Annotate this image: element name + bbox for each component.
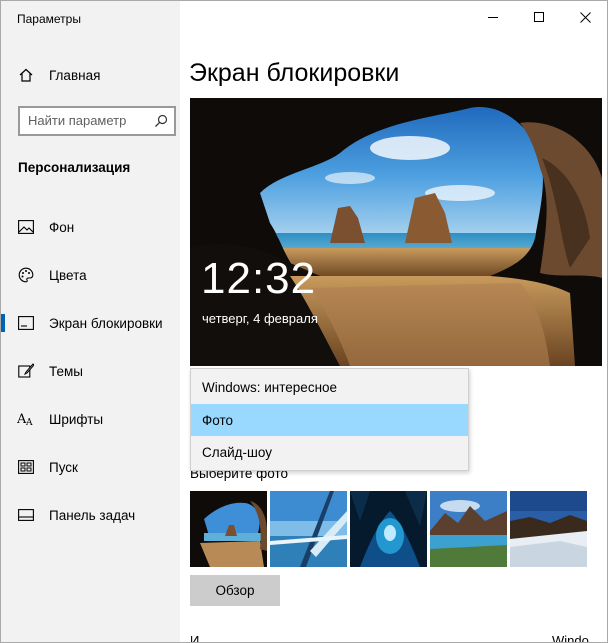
font-icon: AA: [17, 410, 35, 428]
photo-thumbnail[interactable]: [350, 491, 427, 567]
dropdown-option-label: Слайд-шоу: [202, 444, 272, 460]
sidebar-item-label: Фон: [49, 219, 75, 235]
sidebar-item-label: Шрифты: [49, 411, 104, 427]
cut-off-text-left: И: [190, 633, 200, 643]
background-dropdown-list[interactable]: Windows: интересное Фото Слайд-шоу: [190, 368, 469, 471]
svg-text:A: A: [25, 418, 33, 427]
sidebar-item-label: Пуск: [49, 459, 78, 475]
close-icon: [579, 11, 591, 23]
app-title: Параметры: [17, 12, 81, 26]
sidebar-item-label: Панель задач: [49, 507, 136, 523]
dropdown-option-spotlight[interactable]: Windows: интересное: [191, 371, 468, 403]
photo-thumbnail[interactable]: [270, 491, 347, 567]
preview-clock: 12:32: [201, 254, 317, 303]
image-icon: [17, 218, 35, 236]
maximize-button[interactable]: [516, 1, 562, 33]
minimize-button[interactable]: [470, 1, 516, 33]
close-button[interactable]: [562, 1, 607, 33]
settings-window: Параметры Главная Персонализация Фон Цв: [0, 0, 608, 643]
sidebar-item-label: Цвета: [49, 267, 87, 283]
page-title: Экран блокировки: [189, 59, 400, 87]
search-icon[interactable]: [154, 114, 168, 128]
sidebar-item-themes[interactable]: Темы: [1, 351, 180, 391]
sidebar-item-fonts[interactable]: AA Шрифты: [1, 399, 180, 439]
sidebar-item-label: Темы: [49, 363, 83, 379]
dropdown-option-slideshow[interactable]: Слайд-шоу: [191, 436, 468, 468]
sidebar-item-colors[interactable]: Цвета: [1, 255, 180, 295]
sidebar-item-taskbar[interactable]: Панель задач: [1, 495, 180, 535]
section-title: Персонализация: [18, 160, 131, 175]
photo-thumbnail[interactable]: [190, 491, 267, 567]
lock-screen-icon: [17, 314, 35, 332]
dropdown-option-photo[interactable]: Фото: [191, 404, 468, 436]
home-icon: [17, 66, 35, 84]
minimize-icon: [488, 17, 498, 18]
dropdown-option-label: Windows: интересное: [202, 379, 338, 395]
sidebar-item-start[interactable]: Пуск: [1, 447, 180, 487]
browse-button[interactable]: Обзор: [190, 575, 280, 606]
sidebar-item-background[interactable]: Фон: [1, 207, 180, 247]
photo-thumbnail[interactable]: [510, 491, 587, 567]
sidebar-item-label: Экран блокировки: [49, 315, 163, 331]
active-indicator: [1, 314, 5, 332]
dropdown-option-label: Фото: [202, 412, 234, 428]
maximize-icon: [534, 12, 544, 22]
sidebar-item-home[interactable]: Главная: [1, 55, 180, 95]
preview-date: четверг, 4 февраля: [202, 311, 318, 326]
taskbar-icon: [17, 506, 35, 524]
brush-icon: [17, 362, 35, 380]
sidebar: Параметры Главная Персонализация Фон Цв: [1, 1, 180, 642]
palette-icon: [17, 266, 35, 284]
photo-thumbnail[interactable]: [430, 491, 507, 567]
sidebar-item-lock-screen[interactable]: Экран блокировки: [1, 303, 180, 343]
sidebar-item-label: Главная: [49, 67, 101, 83]
cut-off-text-right: Windo: [552, 633, 589, 643]
start-icon: [17, 458, 35, 476]
search-box[interactable]: [18, 106, 176, 136]
search-input[interactable]: [28, 113, 148, 128]
